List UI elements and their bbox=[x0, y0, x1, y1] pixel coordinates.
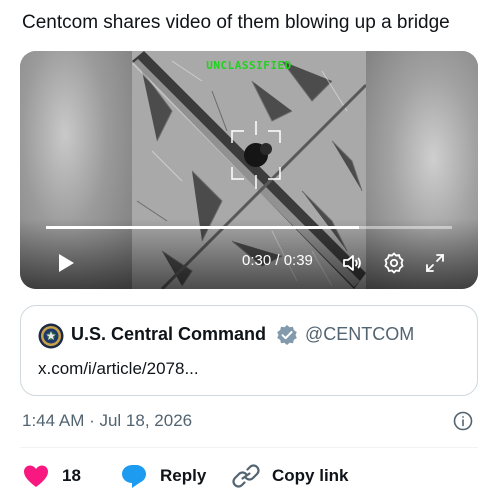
fullscreen-button[interactable] bbox=[423, 251, 447, 275]
heart-icon bbox=[24, 465, 48, 487]
post-timestamp[interactable]: 1:44 AM · Jul 18, 2026 bbox=[22, 411, 192, 431]
copy-link-label: Copy link bbox=[272, 466, 349, 485]
reply-label: Reply bbox=[160, 466, 207, 485]
settings-gear-icon bbox=[384, 252, 404, 274]
like-button[interactable]: 18 bbox=[22, 463, 81, 489]
play-button[interactable] bbox=[56, 252, 76, 274]
quoted-author-handle[interactable]: @CENTCOM bbox=[305, 324, 414, 345]
avatar bbox=[38, 323, 64, 349]
centcom-seal-icon bbox=[38, 323, 64, 349]
reply-button[interactable]: Reply bbox=[120, 463, 206, 489]
volume-icon bbox=[343, 255, 361, 271]
copy-link-button[interactable]: Copy link bbox=[232, 463, 349, 489]
play-icon bbox=[59, 254, 74, 272]
link-chain-icon bbox=[232, 464, 260, 488]
info-icon[interactable] bbox=[452, 410, 474, 432]
video-progress-fill bbox=[46, 226, 359, 229]
verified-badge-icon bbox=[276, 324, 298, 346]
fullscreen-expand-icon bbox=[426, 254, 444, 272]
video-time-display: 0:30 / 0:39 bbox=[242, 252, 313, 269]
reply-bubble-icon bbox=[122, 465, 146, 488]
volume-button[interactable] bbox=[340, 251, 364, 275]
video-progress-bar[interactable] bbox=[46, 226, 452, 229]
like-count: 18 bbox=[62, 466, 81, 485]
video-player[interactable]: UNCLASSIFIED 0:30 / 0:39 bbox=[20, 51, 478, 289]
settings-button[interactable] bbox=[382, 251, 406, 275]
video-classification-label: UNCLASSIFIED bbox=[206, 59, 292, 72]
divider bbox=[20, 447, 478, 448]
quoted-post-card[interactable]: U.S. Central Command @CENTCOM x.com/i/ar… bbox=[20, 305, 478, 396]
quoted-author-name: U.S. Central Command bbox=[71, 324, 267, 344]
quoted-post-text[interactable]: x.com/i/article/2078... bbox=[38, 359, 199, 379]
post-text: Centcom shares video of them blowing up … bbox=[22, 12, 450, 33]
